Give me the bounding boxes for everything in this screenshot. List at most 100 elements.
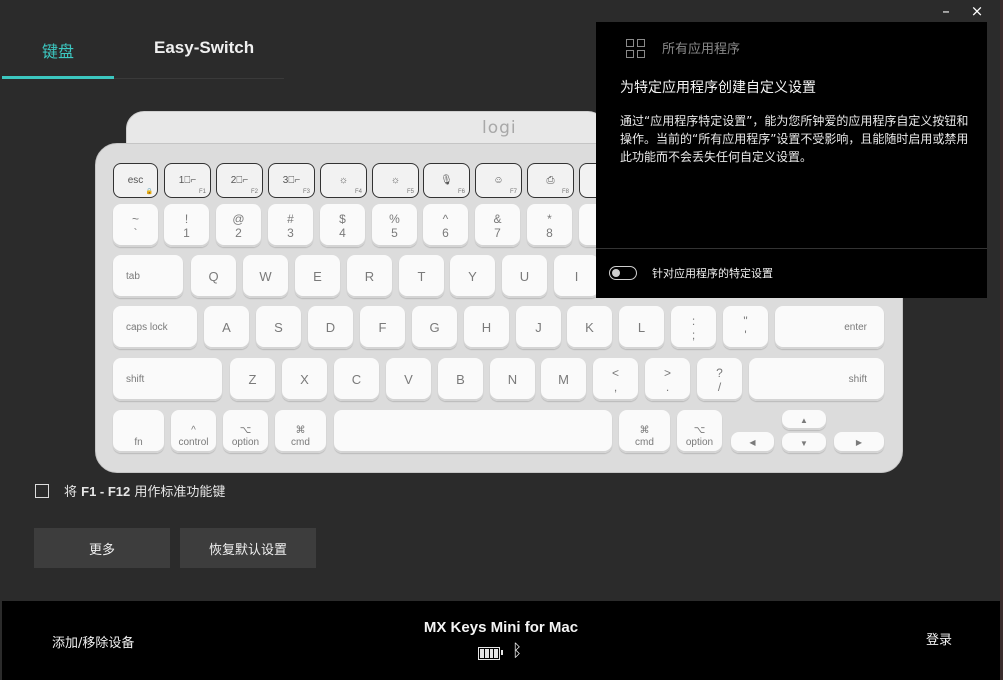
app-specific-toggle[interactable]: [609, 266, 637, 280]
minimize-button[interactable]: –: [935, 2, 957, 20]
key-h[interactable]: H: [464, 306, 509, 349]
key-fn[interactable]: fn: [113, 410, 164, 453]
key-1[interactable]: ! 1: [164, 204, 209, 247]
key-f5[interactable]: ☼ F5: [372, 163, 419, 198]
key-b[interactable]: B: [438, 358, 483, 401]
key-u[interactable]: U: [502, 255, 547, 298]
key-f7[interactable]: ☺ F7: [475, 163, 522, 198]
key-e[interactable]: E: [295, 255, 340, 298]
key-arrow-up[interactable]: ▲: [782, 410, 826, 430]
key-caps-lock[interactable]: caps lock: [113, 306, 197, 349]
key-label: K: [585, 320, 594, 335]
divider: [596, 248, 987, 249]
key-top: ^: [442, 211, 449, 226]
login-button[interactable]: 登录: [926, 629, 952, 648]
key-6[interactable]: ^ 6: [423, 204, 468, 247]
key-space[interactable]: [334, 410, 612, 453]
device-name: MX Keys Mini for Mac: [423, 619, 579, 636]
fkeys-prefix: 将: [64, 485, 82, 500]
arrow-left-icon: ◀: [749, 438, 756, 447]
key-shift-right[interactable]: shift: [749, 358, 884, 401]
key-bottom: 4: [339, 225, 346, 240]
tab-keyboard[interactable]: 键盘: [42, 38, 74, 62]
arrow-up-icon: ▲: [800, 415, 808, 425]
key-period[interactable]: >.: [645, 358, 690, 401]
tab-bar: 键盘 Easy-Switch: [0, 0, 600, 80]
fkeys-checkbox[interactable]: [35, 484, 49, 498]
key-option-right[interactable]: ⌥ option: [677, 410, 722, 453]
key-option-left[interactable]: ⌥ option: [223, 410, 268, 453]
all-apps-selector[interactable]: 所有应用程序: [626, 38, 740, 58]
key-backtick[interactable]: ~ `: [113, 204, 158, 247]
key-label: cmd: [635, 437, 654, 448]
key-c[interactable]: C: [334, 358, 379, 401]
key-2[interactable]: @2: [216, 204, 261, 247]
key-arrow-left[interactable]: ◀: [731, 432, 774, 453]
key-l[interactable]: L: [619, 306, 664, 349]
key-shift-left[interactable]: shift: [113, 358, 222, 401]
key-tab[interactable]: tab: [113, 255, 183, 298]
key-arrow-down[interactable]: ▼: [782, 433, 826, 453]
key-label: option: [231, 437, 260, 448]
key-5[interactable]: % 5: [372, 204, 417, 247]
key-cmd-right[interactable]: ⌘ cmd: [619, 410, 670, 453]
key-f2[interactable]: 2⎕⌐ F2: [216, 163, 263, 198]
key-f[interactable]: F: [360, 306, 405, 349]
key-4[interactable]: $4: [320, 204, 365, 247]
key-label: C: [351, 372, 362, 387]
key-control[interactable]: ^ control: [171, 410, 216, 453]
key-esc[interactable]: esc 🔒: [113, 163, 158, 198]
key-m[interactable]: M: [541, 358, 586, 401]
key-8[interactable]: * 8: [527, 204, 572, 247]
key-top: *: [547, 211, 552, 226]
key-f6[interactable]: 🎙 F6: [423, 163, 470, 198]
key-arrow-right[interactable]: ▶: [834, 432, 884, 453]
tab-easy-switch[interactable]: Easy-Switch: [154, 38, 254, 58]
key-label: W: [259, 269, 272, 284]
key-f8[interactable]: ⎙ F8: [527, 163, 574, 198]
key-top: @: [232, 211, 245, 226]
key-slash[interactable]: ? /: [697, 358, 742, 401]
arrow-down-icon: ▼: [800, 438, 808, 448]
key-g[interactable]: G: [412, 306, 457, 349]
key-k[interactable]: K: [567, 306, 612, 349]
close-button[interactable]: ×: [966, 2, 988, 20]
key-f1[interactable]: 1⎕⌐ F1: [164, 163, 211, 198]
key-j[interactable]: J: [516, 306, 561, 349]
battery-icon: [478, 647, 503, 660]
restore-defaults-button[interactable]: 恢复默认设置: [180, 528, 316, 568]
key-label: J: [535, 320, 542, 335]
key-comma[interactable]: <,: [593, 358, 638, 401]
key-7[interactable]: & 7: [475, 204, 520, 247]
key-n[interactable]: N: [490, 358, 535, 401]
key-s[interactable]: S: [256, 306, 301, 349]
key-enter[interactable]: enter: [775, 306, 884, 349]
key-r[interactable]: R: [347, 255, 392, 298]
arrow-right-icon: ▶: [855, 438, 863, 447]
fkeys-label: 将 F1 - F12 用作标准功能键: [64, 481, 225, 500]
more-button[interactable]: 更多: [34, 528, 170, 568]
toggle-knob: [612, 268, 620, 277]
key-3[interactable]: #3: [268, 204, 313, 247]
key-i[interactable]: I: [554, 255, 599, 298]
key-label: I: [574, 269, 579, 284]
key-label: G: [429, 320, 440, 335]
key-x[interactable]: X: [282, 358, 327, 401]
key-w[interactable]: W: [243, 255, 288, 298]
panel-title: 为特定应用程序创建自定义设置: [620, 80, 816, 96]
key-z[interactable]: Z: [230, 358, 275, 401]
key-f3[interactable]: 3⎕⌐ F3: [268, 163, 315, 198]
key-t[interactable]: T: [399, 255, 444, 298]
key-cmd-left[interactable]: ⌘ cmd: [275, 410, 326, 453]
key-label: U: [519, 269, 530, 284]
key-q[interactable]: Q: [191, 255, 236, 298]
key-f4[interactable]: ☼ F4: [320, 163, 367, 198]
key-quote[interactable]: " ': [723, 306, 768, 349]
key-semicolon[interactable]: :;: [671, 306, 716, 349]
key-a[interactable]: A: [204, 306, 249, 349]
key-d[interactable]: D: [308, 306, 353, 349]
key-y[interactable]: Y: [450, 255, 495, 298]
key-sublabel: F7: [509, 189, 517, 195]
key-v[interactable]: V: [386, 358, 431, 401]
key-label: option: [685, 437, 714, 448]
